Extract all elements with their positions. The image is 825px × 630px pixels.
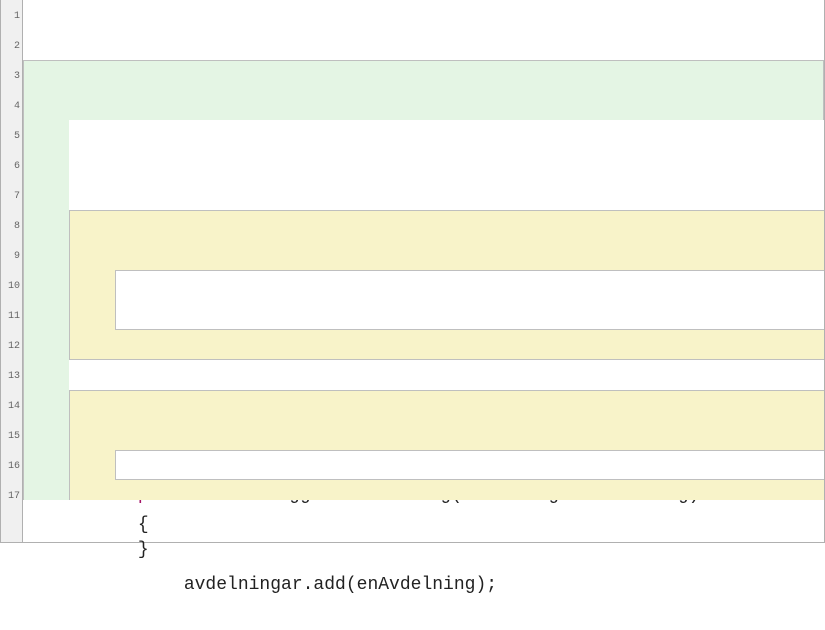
code-line: import java.util.ArrayList; [23, 0, 824, 30]
code-line [23, 30, 824, 60]
line-number: 9 [1, 242, 22, 272]
line-number [1, 512, 22, 542]
line-number: 11 [1, 302, 22, 332]
line-number: 5 [1, 122, 22, 152]
code-line: avdelningar = new ArrayList<Avdelning>()… [23, 300, 824, 330]
code-line: this.forskoleNamn = forskoleNamn; [23, 270, 824, 300]
code-line: avdelningar.add(enAvdelning); [23, 450, 824, 480]
code-text: avdelningar.add(enAvdelning); [88, 575, 497, 595]
code-line: } [23, 330, 824, 360]
code-line: { [23, 90, 824, 120]
line-number: 17 [1, 482, 22, 512]
code-line: public class Forskola [23, 60, 824, 90]
code-line: } [23, 480, 824, 500]
line-number: 6 [1, 152, 22, 182]
line-number: 1 [1, 2, 22, 32]
line-number: 7 [1, 182, 22, 212]
code-line: { [23, 420, 824, 450]
code-text: { [88, 515, 149, 535]
line-number: 14 [1, 392, 22, 422]
code-line: public Forskola(String forskoleNamn) [23, 210, 824, 240]
line-number: 4 [1, 92, 22, 122]
code-line: private String forskoleNamn; [23, 120, 824, 150]
line-number: 13 [1, 362, 22, 392]
line-number: 16 [1, 452, 22, 482]
code-line [23, 180, 824, 210]
code-text: } [88, 540, 149, 560]
code-area: import java.util.ArrayList; public class… [23, 0, 824, 542]
code-line: private ArrayList<Avdelning> avdelningar… [23, 150, 824, 180]
line-number: 2 [1, 32, 22, 62]
code-line: public void laggTillAvdelning(Avdelning … [23, 390, 824, 420]
line-number: 3 [1, 62, 22, 92]
code-line [23, 360, 824, 390]
code-viewer: 1 2 3 4 5 6 7 8 9 10 11 12 13 14 15 16 1… [0, 0, 825, 543]
line-number: 8 [1, 212, 22, 242]
line-number: 15 [1, 422, 22, 452]
line-number: 12 [1, 332, 22, 362]
line-number-gutter: 1 2 3 4 5 6 7 8 9 10 11 12 13 14 15 16 1… [1, 0, 23, 542]
line-number: 10 [1, 272, 22, 302]
code-line: { [23, 240, 824, 270]
